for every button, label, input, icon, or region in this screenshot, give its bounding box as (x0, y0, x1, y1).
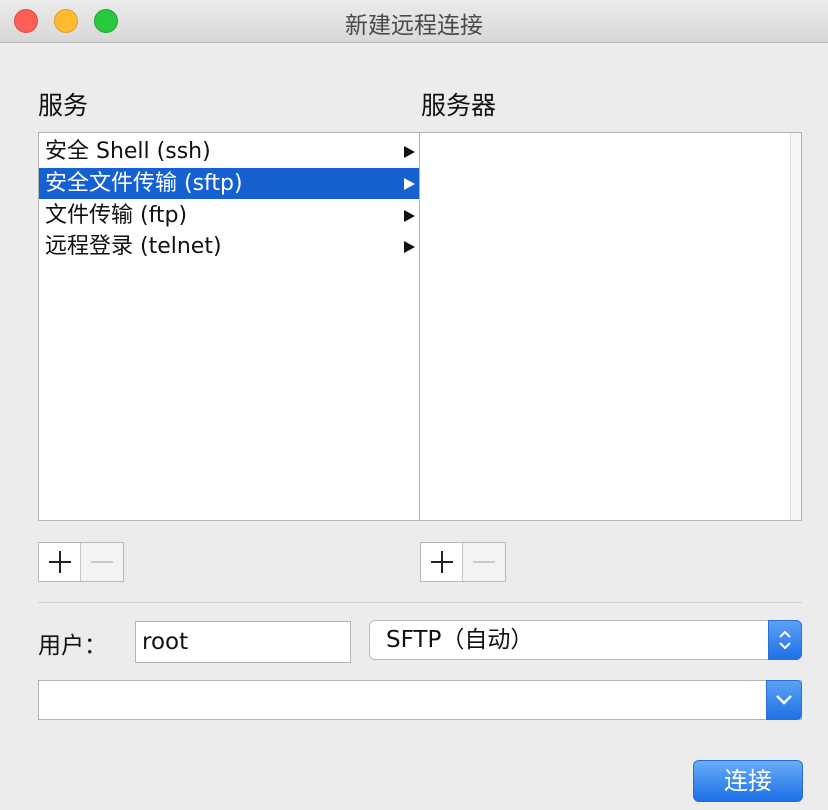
protocol-select[interactable]: SFTP（自动） (369, 620, 802, 660)
plus-icon (430, 551, 453, 573)
services-label: 服务 (38, 91, 89, 120)
service-item-label: 远程登录 (telnet) (45, 234, 222, 259)
remove-server-button[interactable] (463, 543, 505, 581)
connect-button[interactable]: 连接 (693, 760, 803, 802)
minus-icon (91, 561, 113, 563)
services-add-remove-control (38, 542, 124, 582)
disclosure-arrow-icon (404, 178, 415, 190)
services-list[interactable]: 安全 Shell (ssh) 安全文件传输 (sftp) 文件传输 (ftp) … (38, 132, 420, 521)
add-service-button[interactable] (39, 543, 82, 581)
service-item-sftp[interactable]: 安全文件传输 (sftp) (39, 168, 419, 199)
service-item-telnet[interactable]: 远程登录 (telnet) (39, 231, 419, 262)
chevron-updown-icon (779, 630, 791, 650)
service-item-ssh[interactable]: 安全 Shell (ssh) (39, 136, 419, 167)
protocol-select-button[interactable] (768, 620, 802, 660)
chevron-down-icon (776, 695, 792, 705)
remove-service-button[interactable] (81, 543, 123, 581)
service-item-label: 文件传输 (ftp) (45, 203, 188, 228)
service-item-label: 安全 Shell (ssh) (45, 139, 211, 164)
servers-list[interactable] (419, 132, 802, 521)
section-divider (38, 602, 802, 603)
disclosure-arrow-icon (404, 146, 415, 158)
window-title: 新建远程连接 (345, 13, 483, 39)
user-label: 用户： (38, 633, 107, 659)
user-input[interactable]: root (135, 621, 351, 663)
disclosure-arrow-icon (404, 241, 415, 253)
title-bar: 新建远程连接 (0, 0, 828, 43)
servers-add-remove-control (420, 542, 506, 582)
server-address-combo[interactable] (38, 680, 802, 720)
servers-label: 服务器 (421, 91, 497, 120)
server-combo-dropdown-button[interactable] (766, 680, 802, 720)
service-item-label: 安全文件传输 (sftp) (45, 171, 243, 196)
plus-icon (48, 551, 71, 573)
service-item-ftp[interactable]: 文件传输 (ftp) (39, 200, 419, 231)
minus-icon (473, 561, 495, 563)
disclosure-arrow-icon (404, 210, 415, 222)
protocol-select-value: SFTP（自动） (386, 627, 534, 653)
add-server-button[interactable] (421, 543, 464, 581)
servers-list-scrollbar[interactable] (790, 133, 801, 520)
